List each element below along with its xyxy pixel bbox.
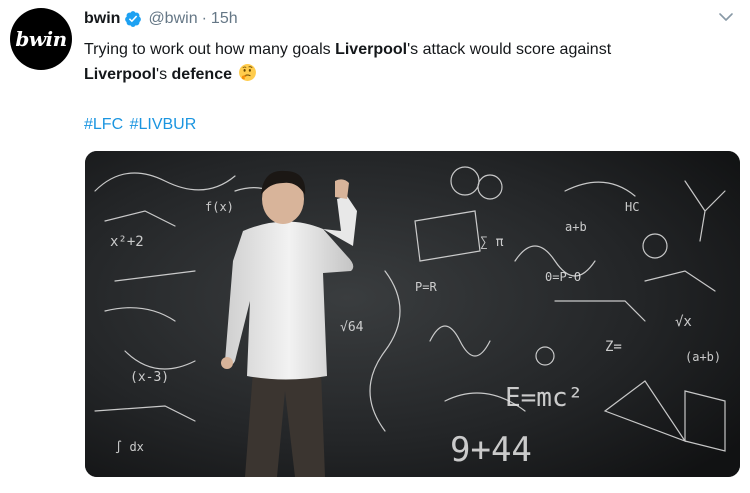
svg-text:x²+2: x²+2 (110, 234, 144, 250)
svg-text:0=P-O: 0=P-O (545, 270, 581, 284)
svg-text:9+44: 9+44 (450, 430, 532, 470)
svg-text:√x: √x (675, 314, 692, 330)
separator-dot: · (201, 10, 207, 27)
svg-text:(x-3): (x-3) (130, 370, 169, 385)
tweet-text-part: Trying to work out how many goals (84, 41, 336, 58)
tweet-text: Trying to work out how many goals Liverp… (84, 37, 734, 87)
avatar-logo-text: bwin (15, 27, 67, 51)
svg-text:∑ π: ∑ π (480, 235, 504, 250)
avatar[interactable]: bwin (10, 8, 72, 70)
svg-text:P=R: P=R (415, 280, 437, 294)
tweet-text-bold: defence (171, 66, 232, 83)
svg-text:∫ dx: ∫ dx (115, 440, 144, 454)
chevron-down-icon[interactable] (718, 9, 734, 25)
tweet-text-part: 's (156, 66, 172, 83)
svg-text:(a+b): (a+b) (685, 350, 721, 364)
svg-text:√64: √64 (340, 320, 364, 335)
chalkboard-math-photo: x²+2 f(x) ∑ π a+b E=mc² 9+44 Z= (x-3) √x… (85, 151, 740, 477)
svg-text:HC: HC (625, 200, 639, 214)
tweet-media-image[interactable]: x²+2 f(x) ∑ π a+b E=mc² 9+44 Z= (x-3) √x… (85, 151, 740, 477)
svg-text:f(x): f(x) (205, 200, 234, 214)
tweet-text-bold: Liverpool (84, 66, 157, 83)
thinking-face-emoji (239, 64, 257, 81)
svg-text:Z=: Z= (605, 339, 622, 355)
tweet-header: bwin @bwin · 15h (84, 9, 238, 29)
verified-badge-icon (125, 11, 142, 27)
tweet-text-part: 's attack would score against (407, 41, 612, 58)
display-name[interactable]: bwin (84, 10, 120, 28)
tweet-text-bold: Liverpool (335, 41, 408, 58)
svg-text:E=mc²: E=mc² (505, 383, 583, 413)
svg-text:a+b: a+b (565, 220, 587, 234)
hashtag-link[interactable]: #LFC (84, 116, 123, 133)
hashtags: #LFC #LIVBUR (84, 115, 198, 135)
hashtag-link[interactable]: #LIVBUR (130, 116, 197, 133)
tweet-timestamp[interactable]: 15h (211, 10, 238, 28)
user-handle[interactable]: @bwin (148, 10, 197, 28)
